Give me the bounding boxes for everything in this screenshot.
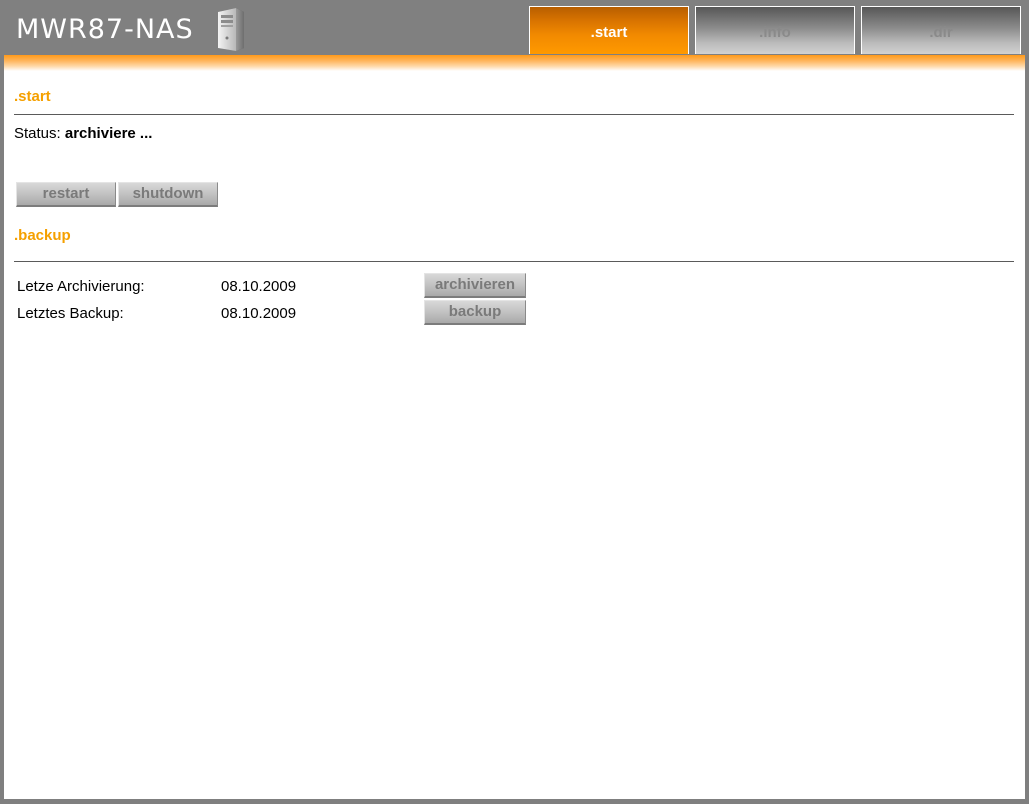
tab-info[interactable]: .info — [695, 6, 855, 54]
start-divider — [14, 114, 1014, 115]
last-archive-label: Letze Archivierung: — [17, 278, 145, 295]
server-tower-icon — [218, 8, 244, 51]
restart-button[interactable]: restart — [16, 182, 116, 207]
tab-start[interactable]: .start — [529, 6, 689, 54]
last-backup-label: Letztes Backup: — [17, 305, 124, 322]
status-value: archiviere ... — [64, 125, 153, 142]
main-content: .start Status: archiviere ... restart sh… — [4, 55, 1025, 799]
shutdown-button[interactable]: shutdown — [118, 182, 218, 207]
backup-section-title: .backup — [14, 227, 71, 244]
archive-button[interactable]: archivieren — [424, 273, 526, 298]
backup-button[interactable]: backup — [424, 300, 526, 325]
status-line: Status: archiviere ... — [14, 125, 152, 142]
backup-divider — [14, 261, 1014, 262]
status-label: Status: — [14, 125, 61, 142]
last-backup-date: 08.10.2009 — [221, 305, 297, 322]
tab-dir[interactable]: .dir — [861, 6, 1021, 54]
app-logo-text: MWR87-NAS — [16, 14, 194, 45]
accent-band — [4, 55, 1025, 71]
app-frame: MWR87-NAS .start .info .dir .start Statu… — [0, 0, 1029, 804]
start-section-title: .start — [14, 88, 51, 105]
last-archive-date: 08.10.2009 — [221, 278, 297, 295]
header-bar: MWR87-NAS .start .info .dir — [0, 0, 1029, 55]
